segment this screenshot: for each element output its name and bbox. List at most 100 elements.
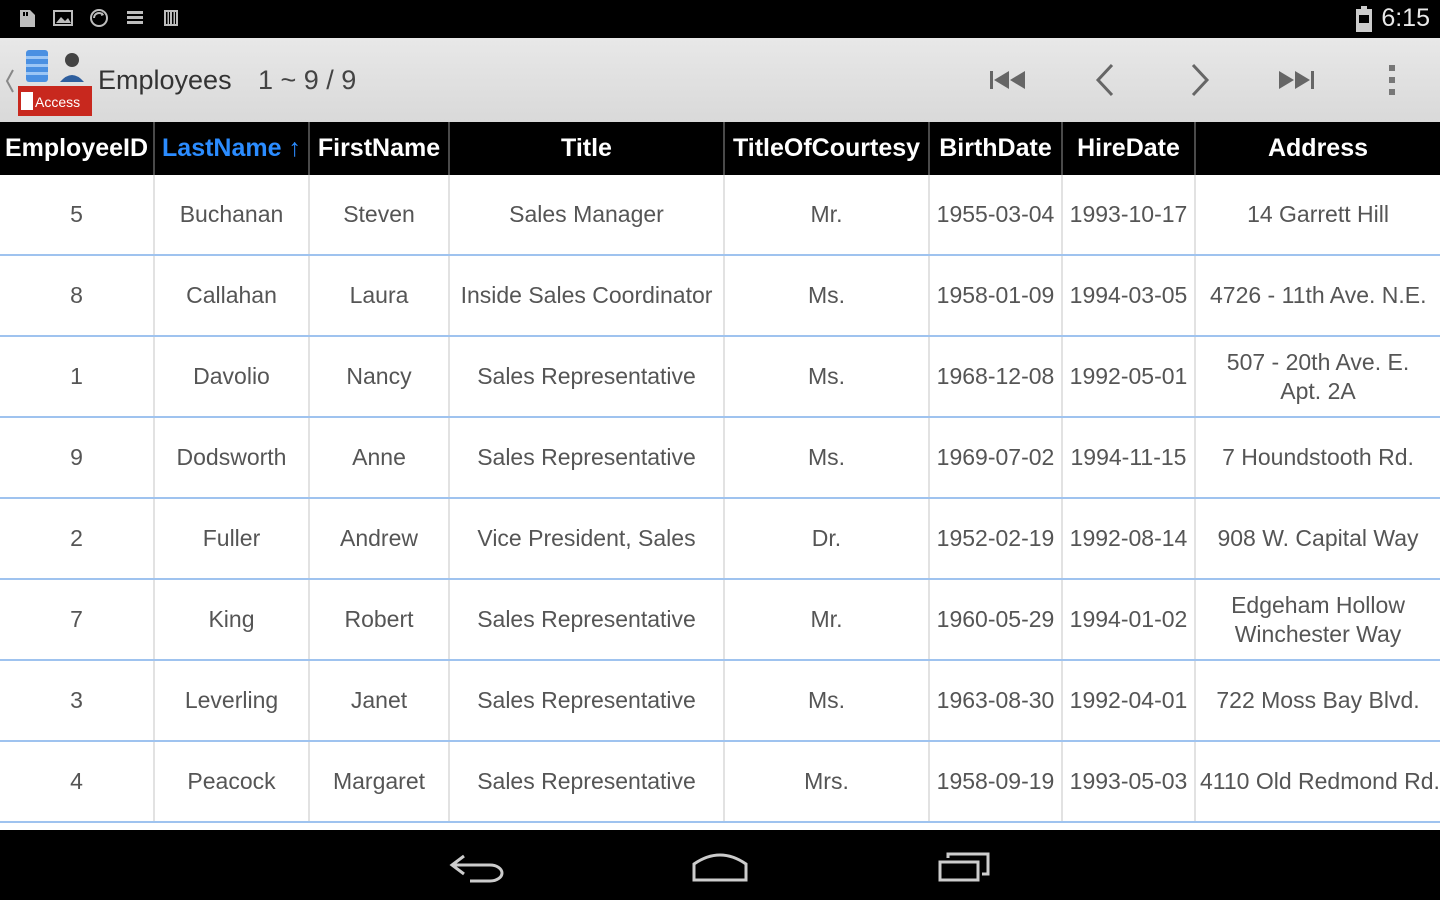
table-row[interactable]: 9 Dodsworth Anne Sales Representative Ms… bbox=[0, 418, 1440, 499]
cell-employeeid: 7 bbox=[0, 580, 155, 659]
cell-address: 4726 - 11th Ave. N.E. bbox=[1210, 282, 1427, 308]
cell-hiredate: 1993-10-17 bbox=[1063, 175, 1196, 254]
cell-firstname: Steven bbox=[310, 175, 450, 254]
cell-titleofcourtesy: Mr. bbox=[725, 580, 930, 659]
cell-birthdate: 1952-02-19 bbox=[930, 499, 1063, 578]
status-right: 6:15 bbox=[1355, 4, 1430, 33]
record-range: 1 ~ 9 / 9 bbox=[258, 65, 357, 95]
cell-address: 14 Garrett Hill bbox=[1247, 201, 1389, 227]
table-row[interactable]: 3 Leverling Janet Sales Representative M… bbox=[0, 661, 1440, 742]
sync-icon bbox=[90, 9, 108, 27]
table-row[interactable]: 2 Fuller Andrew Vice President, Sales Dr… bbox=[0, 499, 1440, 580]
cell-title: Sales Representative bbox=[450, 661, 725, 740]
battery-icon bbox=[1356, 5, 1373, 32]
cell-address: 7 Houndstooth Rd. bbox=[1222, 444, 1414, 470]
cell-firstname: Anne bbox=[310, 418, 450, 497]
cell-hiredate: 1993-05-03 bbox=[1063, 742, 1196, 821]
cell-address: 908 W. Capital Way bbox=[1217, 525, 1419, 551]
cell-birthdate: 1960-05-29 bbox=[930, 580, 1063, 659]
employees-table: EmployeeID LastName ↑ FirstName Title Ti… bbox=[0, 122, 1440, 830]
cell-hiredate: 1992-04-01 bbox=[1063, 661, 1196, 740]
cell-birthdate: 1963-08-30 bbox=[930, 661, 1063, 740]
cell-address: Edgeham Hollow Winchester Way bbox=[1231, 591, 1405, 647]
cell-title: Sales Representative bbox=[450, 418, 725, 497]
cell-employeeid: 3 bbox=[0, 661, 155, 740]
cell-lastname: Davolio bbox=[155, 337, 310, 416]
cell-firstname: Janet bbox=[310, 661, 450, 740]
table-body: 5 Buchanan Steven Sales Manager Mr. 1955… bbox=[0, 175, 1440, 823]
next-page-button[interactable] bbox=[1170, 60, 1230, 100]
cell-address: 722 Moss Bay Blvd. bbox=[1216, 687, 1420, 713]
first-page-button[interactable] bbox=[978, 60, 1038, 100]
app-logo[interactable]: Access bbox=[18, 46, 92, 116]
column-header-hiredate[interactable]: HireDate bbox=[1063, 122, 1196, 175]
cell-employeeid: 2 bbox=[0, 499, 155, 578]
cell-birthdate: 1958-01-09 bbox=[930, 256, 1063, 335]
cell-firstname: Nancy bbox=[310, 337, 450, 416]
column-header-titleofcourtesy[interactable]: TitleOfCourtesy bbox=[725, 122, 930, 175]
home-icon[interactable] bbox=[688, 848, 752, 884]
cell-employeeid: 8 bbox=[0, 256, 155, 335]
cell-lastname: Dodsworth bbox=[155, 418, 310, 497]
column-header-title[interactable]: Title bbox=[450, 122, 725, 175]
last-page-button[interactable] bbox=[1266, 60, 1326, 100]
cell-birthdate: 1958-09-19 bbox=[930, 742, 1063, 821]
table-header: EmployeeID LastName ↑ FirstName Title Ti… bbox=[0, 122, 1440, 175]
cell-lastname: Peacock bbox=[155, 742, 310, 821]
cell-title: Sales Representative bbox=[450, 742, 725, 821]
up-caret-icon[interactable] bbox=[5, 68, 15, 94]
page-title: Employees bbox=[98, 65, 232, 95]
cell-titleofcourtesy: Mr. bbox=[725, 175, 930, 254]
cell-address: 507 - 20th Ave. E. Apt. 2A bbox=[1226, 348, 1410, 404]
cell-titleofcourtesy: Ms. bbox=[725, 661, 930, 740]
list-icon bbox=[127, 11, 143, 24]
image-icon bbox=[53, 10, 73, 26]
cell-hiredate: 1992-08-14 bbox=[1063, 499, 1196, 578]
cell-address: 4110 Old Redmond Rd. bbox=[1200, 768, 1440, 794]
cell-hiredate: 1994-01-02 bbox=[1063, 580, 1196, 659]
notification-icons bbox=[16, 7, 182, 29]
cell-title: Inside Sales Coordinator bbox=[450, 256, 725, 335]
skip-last-icon bbox=[1279, 71, 1314, 89]
previous-page-button[interactable] bbox=[1075, 60, 1135, 100]
cell-title: Sales Representative bbox=[450, 580, 725, 659]
system-nav-bar bbox=[0, 830, 1440, 900]
column-header-firstname[interactable]: FirstName bbox=[310, 122, 450, 175]
barcode-icon bbox=[164, 10, 178, 26]
column-header-birthdate[interactable]: BirthDate bbox=[930, 122, 1063, 175]
cell-birthdate: 1969-07-02 bbox=[930, 418, 1063, 497]
cell-birthdate: 1955-03-04 bbox=[930, 175, 1063, 254]
cell-title: Sales Representative bbox=[450, 337, 725, 416]
sd-card-icon bbox=[20, 10, 35, 27]
cell-lastname: Fuller bbox=[155, 499, 310, 578]
cell-titleofcourtesy: Ms. bbox=[725, 337, 930, 416]
back-icon[interactable] bbox=[446, 848, 510, 884]
more-vert-icon bbox=[1389, 65, 1395, 95]
cell-lastname: Buchanan bbox=[155, 175, 310, 254]
cell-firstname: Andrew bbox=[310, 499, 450, 578]
column-header-address[interactable]: Address bbox=[1196, 122, 1440, 175]
skip-first-icon bbox=[990, 71, 1025, 89]
cell-employeeid: 9 bbox=[0, 418, 155, 497]
cell-lastname: Callahan bbox=[155, 256, 310, 335]
overflow-menu-button[interactable] bbox=[1362, 60, 1422, 100]
cell-employeeid: 5 bbox=[0, 175, 155, 254]
app-screen: 6:15 Access Employees 1 ~ 9 / 9 Employee… bbox=[0, 0, 1440, 900]
recent-apps-icon[interactable] bbox=[932, 848, 996, 884]
cell-birthdate: 1968-12-08 bbox=[930, 337, 1063, 416]
column-header-employeeid[interactable]: EmployeeID bbox=[0, 122, 155, 175]
cell-titleofcourtesy: Ms. bbox=[725, 418, 930, 497]
table-row[interactable]: 8 Callahan Laura Inside Sales Coordinato… bbox=[0, 256, 1440, 337]
cell-hiredate: 1994-03-05 bbox=[1063, 256, 1196, 335]
cell-firstname: Robert bbox=[310, 580, 450, 659]
cell-firstname: Laura bbox=[310, 256, 450, 335]
cell-employeeid: 1 bbox=[0, 337, 155, 416]
cell-employeeid: 4 bbox=[0, 742, 155, 821]
chevron-right-icon bbox=[1191, 63, 1210, 97]
table-row[interactable]: 5 Buchanan Steven Sales Manager Mr. 1955… bbox=[0, 175, 1440, 256]
table-row[interactable]: 1 Davolio Nancy Sales Representative Ms.… bbox=[0, 337, 1440, 418]
column-header-lastname[interactable]: LastName ↑ bbox=[155, 122, 310, 175]
table-row[interactable]: 7 King Robert Sales Representative Mr. 1… bbox=[0, 580, 1440, 661]
action-bar: Access Employees 1 ~ 9 / 9 bbox=[0, 38, 1440, 123]
table-row[interactable]: 4 Peacock Margaret Sales Representative … bbox=[0, 742, 1440, 823]
